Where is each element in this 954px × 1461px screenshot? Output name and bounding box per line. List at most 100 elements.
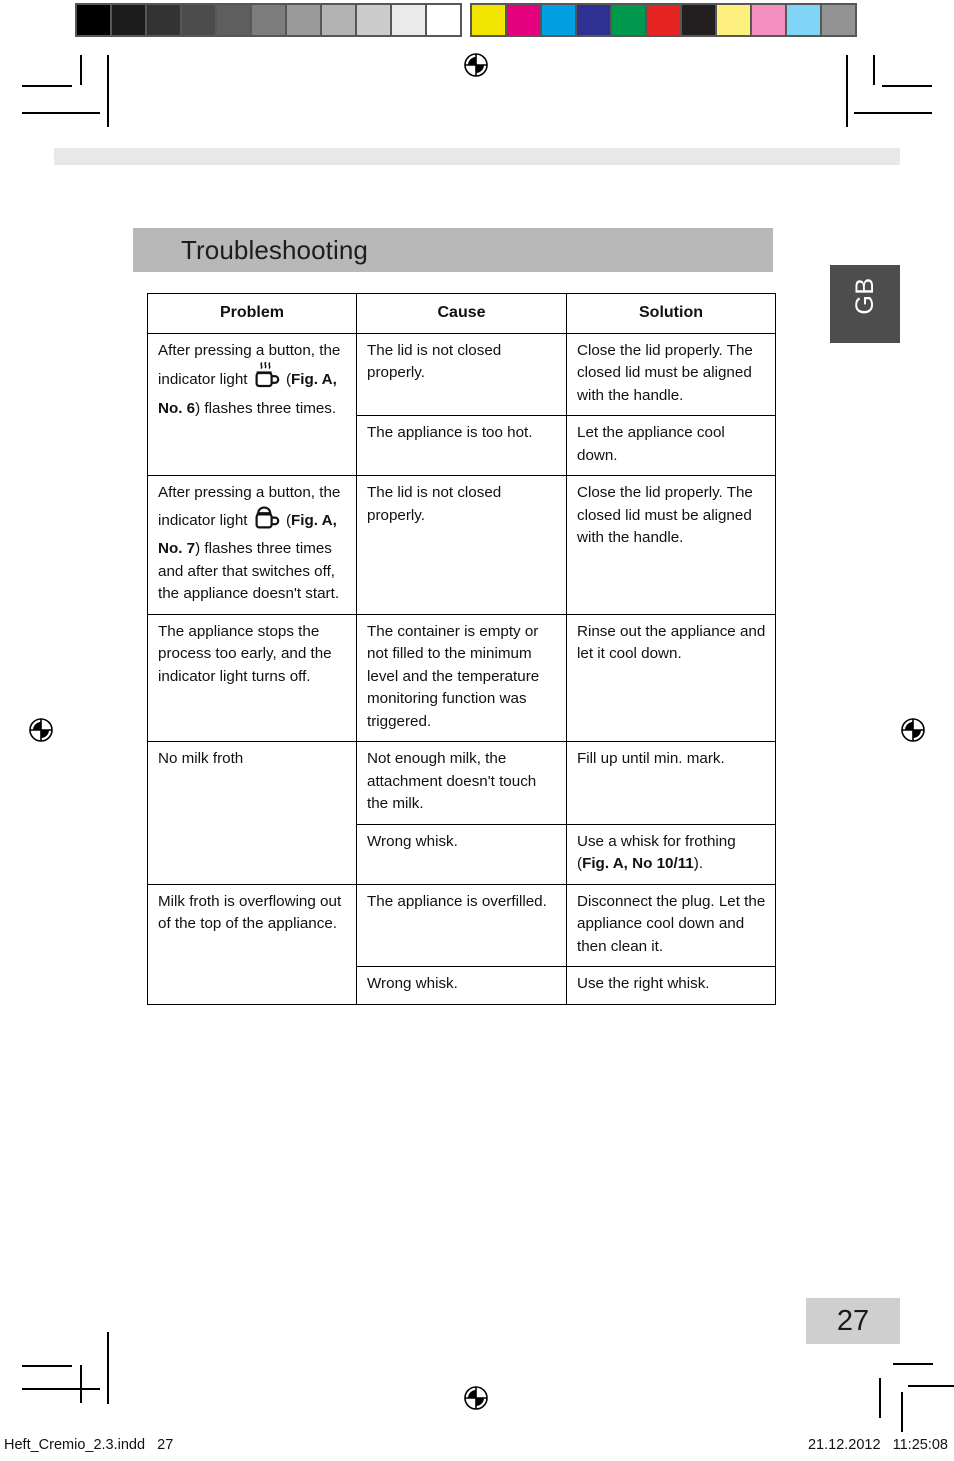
crop-mark-bottom-left-v2 [107, 1332, 109, 1404]
color-swatch-1 [507, 5, 540, 35]
solution-text: Close the lid properly. The closed lid m… [577, 341, 753, 404]
solution-text-suffix: ). [693, 855, 704, 873]
table-row: The appliance stops the process too earl… [147, 613, 776, 743]
crop-mark-top-left-v1 [80, 55, 82, 85]
solution-text: Use the right whisk. [577, 975, 710, 993]
cell-solution: Use a whisk for frothing (Fig. A, No 10/… [566, 823, 776, 885]
cell-cause: Wrong whisk. [356, 966, 567, 1005]
solution-text: Disconnect the plug. Let the appliance c… [577, 892, 766, 955]
footer-timestamp: 21.12.2012 11:25:08 [807, 1437, 948, 1453]
solution-text: Rinse out the appliance and let it cool … [577, 622, 766, 663]
cell-problem: No milk froth [147, 741, 357, 885]
crop-mark-bottom-right-h1 [893, 1363, 933, 1365]
cause-text: The lid is not closed properly. [367, 341, 502, 382]
cell-cause: The appliance is overfilled. [356, 883, 567, 968]
cell-cause: Not enough milk, the attachment doesn't … [356, 741, 567, 825]
problem-ref-open-paren: ( [281, 511, 291, 529]
grayscale-swatch-1 [112, 5, 145, 35]
cause-text: The appliance is too hot. [367, 424, 533, 442]
problem-text: Milk froth is overflowing out of the top… [158, 892, 342, 933]
table-row: No milk froth Not enough milk, the attach… [147, 741, 776, 885]
footer-file-name: Heft_Cremio_2.3.indd 27 [4, 1437, 174, 1453]
cause-text: The appliance is overfilled. [367, 892, 547, 910]
grayscale-swatch-10 [427, 5, 460, 35]
grayscale-swatch-2 [147, 5, 180, 35]
column-header-cause: Cause [356, 293, 567, 334]
crop-mark-bottom-left-v1 [80, 1365, 82, 1403]
color-swatch-2 [542, 5, 575, 35]
color-swatch-5 [647, 5, 680, 35]
cell-cause: The container is empty or not filled to … [356, 613, 567, 743]
grayscale-swatch-5 [252, 5, 285, 35]
table-row: After pressing a button, the indicator l… [147, 475, 776, 615]
page-top-rule [54, 148, 900, 165]
color-swatch-3 [577, 5, 610, 35]
cell-solution: Fill up until min. mark. [566, 741, 776, 825]
cause-text: Wrong whisk. [367, 832, 458, 850]
cell-cause: The lid is not closed properly. [356, 475, 567, 615]
grayscale-swatch-6 [287, 5, 320, 35]
cell-cause: The appliance is too hot. [356, 415, 567, 477]
cell-problem: The appliance stops the process too earl… [147, 613, 357, 743]
crop-mark-top-right-v2 [846, 55, 848, 127]
solution-text: Let the appliance cool down. [577, 424, 725, 464]
color-swatch-group [470, 3, 857, 37]
cell-cause: Wrong whisk. [356, 823, 567, 885]
cause-text: Wrong whisk. [367, 975, 458, 993]
cell-problem: After pressing a button, the indicator l… [147, 475, 357, 615]
registration-target-bottom [459, 1381, 493, 1415]
problem-text: No milk froth [158, 750, 244, 768]
page-canvas: GB 27 Troubleshooting Problem Cause Solu… [0, 0, 954, 1461]
crop-mark-top-left-h2 [22, 112, 100, 114]
print-calibration-bar [75, 3, 857, 37]
grayscale-swatch-7 [322, 5, 355, 35]
crop-mark-top-left-v2 [107, 55, 109, 127]
crop-mark-top-right-v1 [873, 55, 875, 85]
language-tab-label: GB [850, 277, 879, 315]
problem-ref-open-paren: ( [281, 371, 291, 389]
table-row: After pressing a button, the indicator l… [147, 332, 776, 477]
column-header-problem: Problem [147, 293, 357, 334]
grayscale-swatch-3 [182, 5, 215, 35]
cell-cause: The lid is not closed properly. [356, 332, 567, 417]
grayscale-swatch-0 [77, 5, 110, 35]
cause-text: The lid is not closed properly. [367, 484, 502, 524]
crop-mark-top-left-h1 [22, 85, 72, 87]
page-number-value: 27 [836, 1304, 870, 1337]
crop-mark-top-right-h1 [882, 85, 932, 87]
crop-mark-bottom-right-h2 [908, 1385, 954, 1387]
cell-solution: Rinse out the appliance and let it cool … [566, 613, 776, 743]
cell-solution: Use the right whisk. [566, 966, 776, 1005]
grayscale-swatch-group [75, 3, 462, 37]
grayscale-swatch-4 [217, 5, 250, 35]
problem-text-suffix: ) flashes three times. [195, 399, 337, 417]
registration-target-right [896, 713, 930, 747]
registration-target-top [459, 48, 493, 82]
color-swatch-8 [752, 5, 785, 35]
cell-solution: Close the lid properly. The closed lid m… [566, 475, 776, 615]
column-header-solution: Solution [566, 293, 776, 334]
page-number-badge: 27 [806, 1298, 900, 1344]
cell-problem: Milk froth is overflowing out of the top… [147, 883, 357, 1005]
color-swatch-7 [717, 5, 750, 35]
table-row: Milk froth is overflowing out of the top… [147, 883, 776, 1005]
cell-solution: Disconnect the plug. Let the appliance c… [566, 883, 776, 968]
solution-text: Fill up until min. mark. [577, 750, 725, 768]
color-swatch-4 [612, 5, 645, 35]
color-swatch-6 [682, 5, 715, 35]
color-swatch-0 [472, 5, 505, 35]
grayscale-swatch-9 [392, 5, 425, 35]
registration-target-left [24, 713, 58, 747]
hot-cup-with-steam-icon [254, 361, 280, 398]
page-title: Troubleshooting [181, 234, 368, 265]
grayscale-swatch-8 [357, 5, 390, 35]
solution-figure-reference: Fig. A, No 10/11 [582, 855, 694, 873]
crop-mark-bottom-left-h2 [22, 1388, 100, 1390]
table-header-row: Problem Cause Solution [147, 293, 776, 334]
cause-text: The container is empty or not filled to … [367, 622, 540, 730]
crop-mark-top-right-h2 [854, 112, 932, 114]
cell-solution: Let the appliance cool down. [566, 415, 776, 477]
color-swatch-10 [822, 5, 855, 35]
crop-mark-bottom-right-v2 [901, 1392, 903, 1432]
crop-mark-bottom-left-h1 [22, 1365, 72, 1367]
